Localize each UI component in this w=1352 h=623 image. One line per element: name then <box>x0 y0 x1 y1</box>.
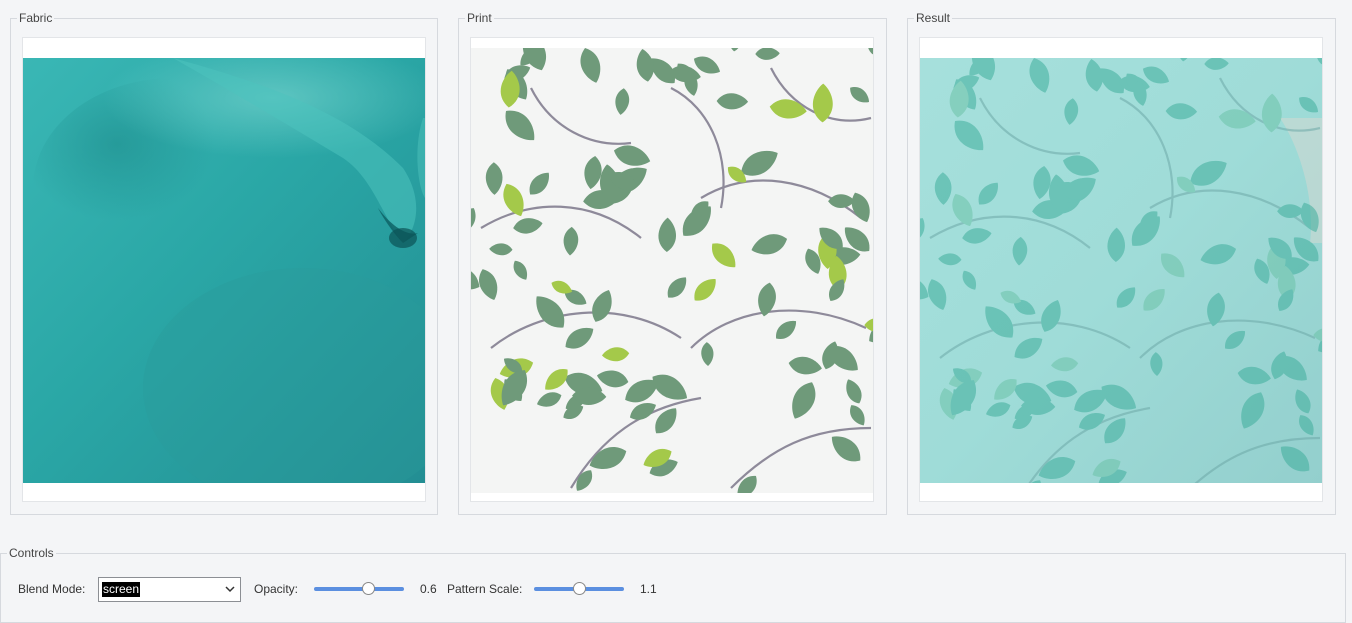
result-panel-title: Result <box>914 11 953 25</box>
chevron-down-icon <box>220 578 240 601</box>
opacity-slider-track <box>314 587 404 591</box>
pattern-scale-value: 1.1 <box>640 582 657 596</box>
blend-mode-value: screen <box>102 582 141 597</box>
fabric-image <box>22 37 426 502</box>
blend-mode-select[interactable]: screen <box>98 577 241 602</box>
opacity-value: 0.6 <box>420 582 437 596</box>
opacity-slider-thumb[interactable] <box>362 582 375 595</box>
pattern-scale-slider[interactable] <box>534 582 624 596</box>
result-panel: Result <box>907 11 1336 515</box>
print-panel: Print <box>458 11 887 515</box>
fabric-panel-title: Fabric <box>17 11 55 25</box>
print-image <box>470 37 874 502</box>
controls-title: Controls <box>7 546 56 560</box>
opacity-slider[interactable] <box>314 582 404 596</box>
blend-mode-label: Blend Mode: <box>18 582 86 596</box>
pattern-scale-label: Pattern Scale: <box>447 582 523 596</box>
print-panel-title: Print <box>465 11 494 25</box>
result-image <box>919 37 1323 502</box>
opacity-label: Opacity: <box>254 582 299 596</box>
fabric-panel: Fabric <box>10 11 438 515</box>
controls-panel: Controls Blend Mode: screen Opacity: 0.6… <box>0 546 1346 623</box>
pattern-scale-slider-thumb[interactable] <box>573 582 586 595</box>
